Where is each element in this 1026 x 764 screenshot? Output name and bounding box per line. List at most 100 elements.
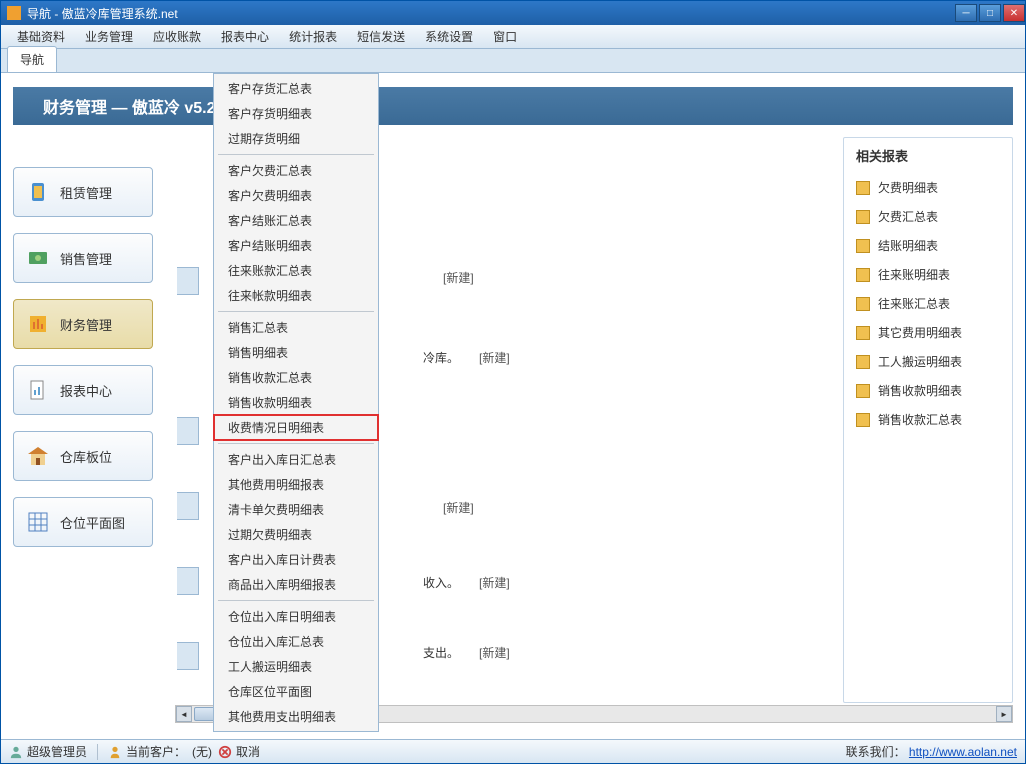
dropdown-item[interactable]: 客户结账明细表 — [214, 233, 378, 258]
nav-sales-icon — [26, 246, 50, 270]
dropdown-item[interactable]: 仓位出入库汇总表 — [214, 629, 378, 654]
new-tag[interactable]: [新建] — [479, 349, 510, 366]
nav-sales[interactable]: 销售管理 — [13, 233, 153, 283]
status-client-value: (无) — [192, 743, 212, 760]
dropdown-item[interactable]: 工人搬运明细表 — [214, 654, 378, 679]
contact-link[interactable]: http://www.aolan.net — [909, 745, 1017, 759]
report-label: 工人搬运明细表 — [878, 353, 962, 370]
dropdown-item[interactable]: 销售收款明细表 — [214, 390, 378, 415]
nav-label: 报表中心 — [60, 381, 112, 400]
report-label: 其它费用明细表 — [878, 324, 962, 341]
new-tag[interactable]: [新建] — [443, 499, 474, 516]
dropdown-item[interactable]: 往来账款汇总表 — [214, 258, 378, 283]
report-icon — [856, 326, 870, 340]
banner-text: 财务管理 — 傲蓝冷 v5.2 — [43, 94, 215, 118]
center-suffix: 冷库。 — [423, 349, 459, 366]
center-row: [新建] — [423, 499, 474, 516]
menu-2[interactable]: 应收账款 — [143, 24, 211, 49]
center-row: 收入。[新建] — [423, 574, 510, 591]
related-report-link[interactable]: 欠费汇总表 — [852, 202, 1004, 231]
status-client-label: 当前客户： — [126, 743, 186, 760]
dropdown-item[interactable]: 仓位出入库日明细表 — [214, 604, 378, 629]
status-cancel[interactable]: 取消 — [236, 743, 260, 760]
dropdown-item[interactable]: 其他费用支出明细表 — [214, 704, 378, 729]
window-title: 导航 - 傲蓝冷库管理系统.net — [27, 5, 953, 22]
dropdown-item[interactable]: 客户欠费汇总表 — [214, 158, 378, 183]
center-suffix: 支出。 — [423, 644, 459, 661]
dropdown-item[interactable]: 客户存货明细表 — [214, 101, 378, 126]
close-button[interactable]: ✕ — [1003, 4, 1025, 22]
scroll-left-button[interactable]: ◄ — [176, 706, 192, 722]
new-tag[interactable]: [新建] — [479, 644, 510, 661]
report-label: 欠费明细表 — [878, 179, 938, 196]
related-report-link[interactable]: 往来账明细表 — [852, 260, 1004, 289]
dropdown-separator — [218, 311, 374, 312]
dropdown-item[interactable]: 商品出入库明细报表 — [214, 572, 378, 597]
report-icon — [856, 181, 870, 195]
related-report-link[interactable]: 结账明细表 — [852, 231, 1004, 260]
dropdown-item[interactable]: 客户出入库日汇总表 — [214, 447, 378, 472]
dropdown-separator — [218, 154, 374, 155]
dropdown-item[interactable]: 仓库区位平面图 — [214, 679, 378, 704]
dropdown-item[interactable]: 清卡单欠费明细表 — [214, 497, 378, 522]
dropdown-item[interactable]: 过期欠费明细表 — [214, 522, 378, 547]
nav-label: 仓位平面图 — [60, 513, 125, 532]
hidden-icon — [177, 642, 199, 670]
menu-6[interactable]: 系统设置 — [415, 24, 483, 49]
dropdown-item[interactable]: 往来帐款明细表 — [214, 283, 378, 308]
minimize-button[interactable]: ─ — [955, 4, 977, 22]
menu-5[interactable]: 短信发送 — [347, 24, 415, 49]
nav-label: 销售管理 — [60, 249, 112, 268]
menu-4[interactable]: 统计报表 — [279, 24, 347, 49]
related-report-link[interactable]: 欠费明细表 — [852, 173, 1004, 202]
dropdown-item[interactable]: 客户出入库日计费表 — [214, 547, 378, 572]
user-icon — [9, 745, 23, 759]
hidden-icon — [177, 417, 199, 445]
related-report-link[interactable]: 其它费用明细表 — [852, 318, 1004, 347]
related-report-link[interactable]: 工人搬运明细表 — [852, 347, 1004, 376]
dropdown-item[interactable]: 其他费用明细报表 — [214, 472, 378, 497]
nav-lease[interactable]: 租赁管理 — [13, 167, 153, 217]
nav-floorplan-icon — [26, 510, 50, 534]
related-report-link[interactable]: 销售收款汇总表 — [852, 405, 1004, 434]
report-label: 往来账明细表 — [878, 266, 950, 283]
nav-reports-icon — [26, 378, 50, 402]
dropdown-item[interactable]: 客户存货汇总表 — [214, 76, 378, 101]
nav-lease-icon — [26, 180, 50, 204]
related-report-link[interactable]: 往来账汇总表 — [852, 289, 1004, 318]
scroll-right-button[interactable]: ► — [996, 706, 1012, 722]
report-label: 往来账汇总表 — [878, 295, 950, 312]
dropdown-item[interactable]: 销售汇总表 — [214, 315, 378, 340]
dropdown-item[interactable]: 销售明细表 — [214, 340, 378, 365]
related-reports-panel: 相关报表 欠费明细表欠费汇总表结账明细表往来账明细表往来账汇总表其它费用明细表工… — [843, 137, 1013, 703]
status-user: 超级管理员 — [27, 743, 87, 760]
page-banner: 财务管理 — 傲蓝冷 v5.2 — [13, 87, 1013, 125]
menu-3[interactable]: 报表中心 — [211, 24, 279, 49]
menu-1[interactable]: 业务管理 — [75, 24, 143, 49]
nav-floorplan[interactable]: 仓位平面图 — [13, 497, 153, 547]
dropdown-item[interactable]: 收费情况日明细表 — [214, 415, 378, 440]
statusbar: 超级管理员 当前客户： (无) 取消 联系我们： http://www.aola… — [1, 739, 1025, 763]
dropdown-item[interactable]: 客户欠费明细表 — [214, 183, 378, 208]
dropdown-item[interactable]: 过期存货明细 — [214, 126, 378, 151]
nav-label: 财务管理 — [60, 315, 112, 334]
report-center-dropdown: 客户存货汇总表客户存货明细表过期存货明细客户欠费汇总表客户欠费明细表客户结账汇总… — [213, 73, 379, 732]
new-tag[interactable]: [新建] — [479, 574, 510, 591]
new-tag[interactable]: [新建] — [443, 269, 474, 286]
cancel-icon[interactable] — [218, 745, 232, 759]
tab-navigation[interactable]: 导航 — [7, 46, 57, 72]
nav-reports[interactable]: 报表中心 — [13, 365, 153, 415]
report-icon — [856, 355, 870, 369]
related-report-link[interactable]: 销售收款明细表 — [852, 376, 1004, 405]
nav-warehouse[interactable]: 仓库板位 — [13, 431, 153, 481]
person-icon — [108, 745, 122, 759]
menu-7[interactable]: 窗口 — [483, 24, 527, 49]
contact-label: 联系我们： — [846, 745, 906, 759]
dropdown-item[interactable]: 销售收款汇总表 — [214, 365, 378, 390]
dropdown-item[interactable]: 客户结账汇总表 — [214, 208, 378, 233]
tabstrip: 导航 — [1, 49, 1025, 73]
maximize-button[interactable]: □ — [979, 4, 1001, 22]
report-label: 结账明细表 — [878, 237, 938, 254]
report-icon — [856, 297, 870, 311]
nav-finance[interactable]: 财务管理 — [13, 299, 153, 349]
